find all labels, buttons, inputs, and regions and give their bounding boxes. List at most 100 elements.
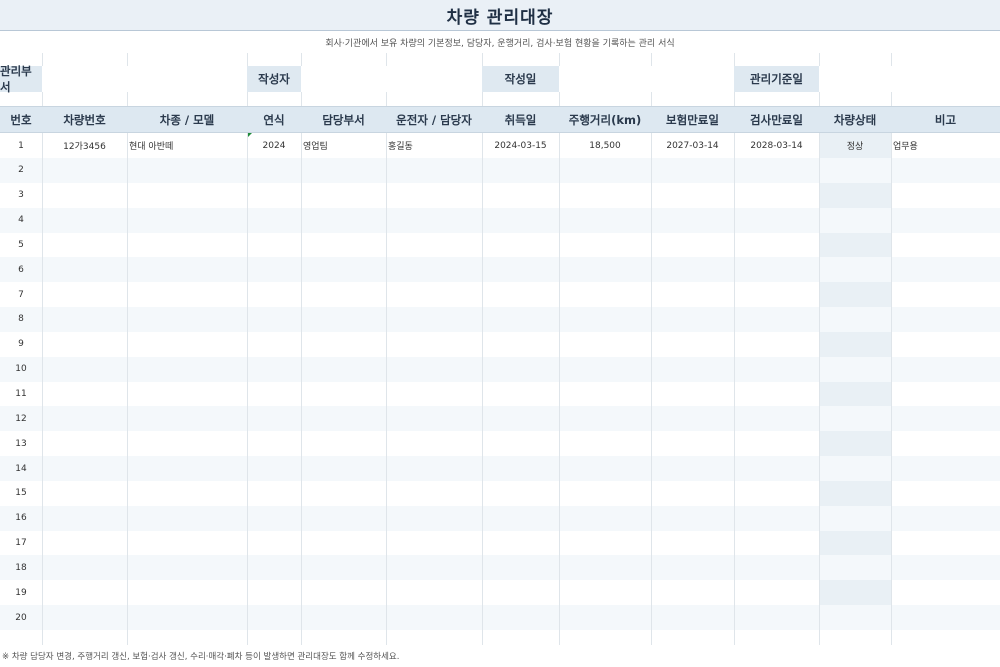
cell-year[interactable] bbox=[247, 555, 301, 580]
cell-model[interactable]: 현대 아반떼 bbox=[127, 133, 247, 158]
cell-acquired[interactable] bbox=[482, 506, 559, 531]
cell-status[interactable] bbox=[819, 580, 891, 605]
cell-insurance[interactable] bbox=[651, 605, 734, 630]
cell-dept[interactable] bbox=[301, 506, 386, 531]
cell-model[interactable] bbox=[127, 357, 247, 382]
cell-driver[interactable]: 홍길동 bbox=[386, 133, 482, 158]
cell-note[interactable] bbox=[891, 183, 1000, 208]
cell-insurance[interactable] bbox=[651, 555, 734, 580]
cell-plate[interactable] bbox=[42, 531, 127, 556]
cell-plate[interactable] bbox=[42, 208, 127, 233]
cell-year[interactable]: 2024 bbox=[247, 133, 301, 158]
cell-dept[interactable] bbox=[301, 183, 386, 208]
cell-mileage[interactable] bbox=[559, 531, 651, 556]
cell-dept[interactable] bbox=[301, 580, 386, 605]
meta-writer-value[interactable] bbox=[301, 66, 482, 92]
cell-mileage[interactable] bbox=[559, 357, 651, 382]
cell-inspection[interactable]: 2028-03-14 bbox=[734, 133, 819, 158]
cell-no[interactable]: 18 bbox=[0, 555, 42, 580]
cell-plate[interactable] bbox=[42, 506, 127, 531]
cell-status[interactable] bbox=[819, 357, 891, 382]
cell-year[interactable] bbox=[247, 257, 301, 282]
cell-driver[interactable] bbox=[386, 531, 482, 556]
cell-driver[interactable] bbox=[386, 406, 482, 431]
cell-plate[interactable] bbox=[42, 232, 127, 257]
cell-acquired[interactable] bbox=[482, 406, 559, 431]
cell-acquired[interactable] bbox=[482, 555, 559, 580]
cell-acquired[interactable] bbox=[482, 232, 559, 257]
cell-plate[interactable] bbox=[42, 183, 127, 208]
cell-status[interactable] bbox=[819, 506, 891, 531]
cell-mileage[interactable] bbox=[559, 481, 651, 506]
cell-no[interactable]: 3 bbox=[0, 183, 42, 208]
cell-inspection[interactable] bbox=[734, 580, 819, 605]
cell-model[interactable] bbox=[127, 481, 247, 506]
cell-no[interactable]: 5 bbox=[0, 232, 42, 257]
cell-note[interactable] bbox=[891, 555, 1000, 580]
cell-driver[interactable] bbox=[386, 183, 482, 208]
cell-status[interactable] bbox=[819, 456, 891, 481]
cell-year[interactable] bbox=[247, 282, 301, 307]
cell-no[interactable]: 13 bbox=[0, 431, 42, 456]
cell-insurance[interactable]: 2027-03-14 bbox=[651, 133, 734, 158]
cell-acquired[interactable] bbox=[482, 456, 559, 481]
cell-dept[interactable]: 영업팀 bbox=[301, 133, 386, 158]
cell-model[interactable] bbox=[127, 307, 247, 332]
cell-acquired[interactable] bbox=[482, 605, 559, 630]
cell-status[interactable]: 정상 bbox=[819, 133, 891, 158]
cell-year[interactable] bbox=[247, 357, 301, 382]
cell-inspection[interactable] bbox=[734, 183, 819, 208]
cell-inspection[interactable] bbox=[734, 481, 819, 506]
cell-status[interactable] bbox=[819, 431, 891, 456]
cell-mileage[interactable] bbox=[559, 307, 651, 332]
cell-driver[interactable] bbox=[386, 307, 482, 332]
cell-insurance[interactable] bbox=[651, 332, 734, 357]
cell-driver[interactable] bbox=[386, 208, 482, 233]
cell-status[interactable] bbox=[819, 307, 891, 332]
cell-plate[interactable] bbox=[42, 605, 127, 630]
cell-note[interactable] bbox=[891, 506, 1000, 531]
cell-inspection[interactable] bbox=[734, 332, 819, 357]
cell-mileage[interactable] bbox=[559, 183, 651, 208]
cell-inspection[interactable] bbox=[734, 382, 819, 407]
cell-acquired[interactable] bbox=[482, 183, 559, 208]
cell-mileage[interactable] bbox=[559, 282, 651, 307]
cell-no[interactable]: 4 bbox=[0, 208, 42, 233]
cell-status[interactable] bbox=[819, 208, 891, 233]
cell-year[interactable] bbox=[247, 332, 301, 357]
cell-inspection[interactable] bbox=[734, 531, 819, 556]
cell-mileage[interactable] bbox=[559, 555, 651, 580]
cell-note[interactable] bbox=[891, 307, 1000, 332]
cell-year[interactable] bbox=[247, 307, 301, 332]
cell-insurance[interactable] bbox=[651, 158, 734, 183]
cell-insurance[interactable] bbox=[651, 307, 734, 332]
cell-plate[interactable] bbox=[42, 357, 127, 382]
cell-plate[interactable]: 12가3456 bbox=[42, 133, 127, 158]
cell-no[interactable]: 10 bbox=[0, 357, 42, 382]
cell-driver[interactable] bbox=[386, 456, 482, 481]
cell-driver[interactable] bbox=[386, 555, 482, 580]
cell-dept[interactable] bbox=[301, 257, 386, 282]
cell-note[interactable] bbox=[891, 208, 1000, 233]
cell-status[interactable] bbox=[819, 531, 891, 556]
cell-mileage[interactable] bbox=[559, 257, 651, 282]
cell-status[interactable] bbox=[819, 257, 891, 282]
cell-insurance[interactable] bbox=[651, 382, 734, 407]
cell-no[interactable]: 2 bbox=[0, 158, 42, 183]
cell-dept[interactable] bbox=[301, 232, 386, 257]
cell-year[interactable] bbox=[247, 506, 301, 531]
cell-plate[interactable] bbox=[42, 481, 127, 506]
cell-year[interactable] bbox=[247, 158, 301, 183]
cell-no[interactable]: 20 bbox=[0, 605, 42, 630]
cell-mileage[interactable] bbox=[559, 456, 651, 481]
cell-insurance[interactable] bbox=[651, 506, 734, 531]
cell-insurance[interactable] bbox=[651, 257, 734, 282]
cell-year[interactable] bbox=[247, 382, 301, 407]
cell-model[interactable] bbox=[127, 382, 247, 407]
cell-driver[interactable] bbox=[386, 158, 482, 183]
cell-driver[interactable] bbox=[386, 506, 482, 531]
cell-plate[interactable] bbox=[42, 158, 127, 183]
cell-note[interactable] bbox=[891, 282, 1000, 307]
cell-driver[interactable] bbox=[386, 332, 482, 357]
cell-dept[interactable] bbox=[301, 531, 386, 556]
